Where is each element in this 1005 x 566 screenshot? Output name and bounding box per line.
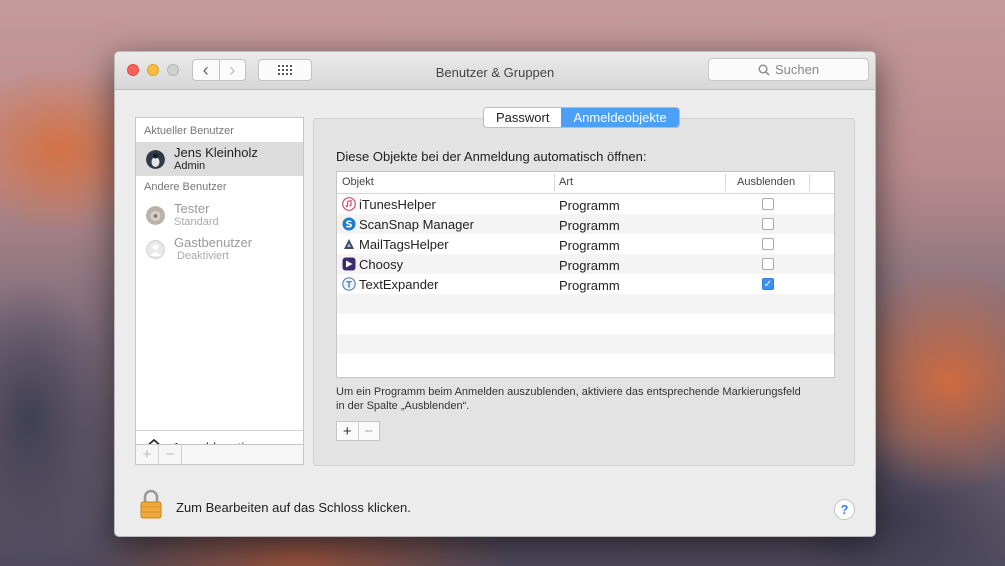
table-row[interactable]: T TextExpander Programm ✓ [337, 274, 834, 294]
choosy-icon [342, 257, 356, 271]
add-item-button[interactable]: + [337, 422, 358, 440]
guest-avatar-icon [146, 240, 165, 259]
other-users-header: Andere Benutzer [144, 181, 227, 193]
lock-icon[interactable] [139, 489, 163, 519]
search-icon [758, 64, 770, 76]
hide-checkbox[interactable] [762, 218, 774, 230]
sidebar-button-bar: + − [135, 444, 304, 465]
user-role: Standard [174, 216, 219, 228]
hide-checkbox[interactable] [762, 258, 774, 270]
column-header-ausblenden[interactable]: Ausblenden [737, 176, 795, 188]
hide-checkbox[interactable] [762, 198, 774, 210]
user-item-tester[interactable]: Tester Standard [136, 198, 303, 232]
item-name: MailTagsHelper [359, 237, 449, 252]
user-item-guest[interactable]: Gastbenutzer Deaktiviert [136, 232, 303, 266]
tab-passwort[interactable]: Passwort [484, 108, 561, 127]
item-name: Choosy [359, 257, 404, 272]
user-name: Tester [174, 201, 210, 216]
hide-checkbox-checked[interactable]: ✓ [762, 278, 774, 290]
user-role: Admin [174, 160, 206, 172]
item-type: Programm [559, 198, 620, 213]
checkmark-icon: ✓ [763, 279, 773, 290]
hide-hint-text: Um ein Programm beim Anmelden auszublend… [336, 386, 801, 412]
remove-user-button[interactable]: − [159, 445, 182, 464]
login-items-heading: Diese Objekte bei der Anmeldung automati… [336, 149, 647, 164]
hide-checkbox[interactable] [762, 238, 774, 250]
avatar [146, 206, 165, 225]
empty-row [337, 314, 834, 334]
item-type: Programm [559, 238, 620, 253]
login-items-table: Objekt Art Ausblenden iTunesHelper Progr… [336, 171, 835, 378]
lock-message: Zum Bearbeiten auf das Schloss klicken. [176, 500, 411, 515]
help-button[interactable]: ? [834, 499, 855, 520]
item-type: Programm [559, 218, 620, 233]
table-row[interactable]: Choosy Programm [337, 254, 834, 274]
search-field[interactable]: Suchen [708, 58, 869, 81]
item-type: Programm [559, 278, 620, 293]
tab-bar: Passwort Anmeldeobjekte [483, 107, 680, 128]
remove-item-button[interactable]: − [357, 422, 380, 440]
table-row[interactable]: MailTagsHelper Programm [337, 234, 834, 254]
user-item-jens[interactable]: Jens Kleinholz Admin [136, 142, 303, 176]
user-role: Deaktiviert [177, 250, 229, 262]
current-user-header: Aktueller Benutzer [144, 125, 234, 137]
user-name: Jens Kleinholz [174, 145, 258, 160]
user-name: Gastbenutzer [174, 235, 253, 250]
preferences-window: ‹ › Benutzer & Gruppen Suchen Aktueller … [114, 51, 876, 537]
item-name: TextExpander [359, 277, 439, 292]
column-divider [554, 174, 555, 191]
table-row[interactable]: iTunesHelper Programm [337, 194, 834, 214]
table-header: Objekt Art Ausblenden [337, 172, 834, 194]
add-user-button[interactable]: + [136, 445, 159, 464]
empty-row [337, 354, 834, 374]
avatar [146, 150, 165, 169]
svg-text:T: T [346, 280, 352, 290]
table-row[interactable]: S ScanSnap Manager Programm [337, 214, 834, 234]
column-header-art[interactable]: Art [559, 176, 573, 188]
column-divider [809, 174, 810, 191]
users-sidebar: Aktueller Benutzer Jens Kleinholz Admin … [135, 117, 304, 465]
title-bar: ‹ › Benutzer & Gruppen Suchen [115, 52, 875, 90]
svg-text:S: S [345, 220, 352, 231]
scansnap-icon: S [342, 217, 356, 231]
textexpander-icon: T [342, 277, 356, 291]
search-placeholder: Suchen [774, 62, 820, 77]
items-button-bar: + − [336, 421, 380, 441]
itunes-icon [342, 197, 356, 211]
empty-row [337, 294, 834, 314]
tab-anmeldeobjekte[interactable]: Anmeldeobjekte [561, 108, 679, 127]
item-name: iTunesHelper [359, 197, 436, 212]
empty-row [337, 334, 834, 354]
column-header-objekt[interactable]: Objekt [342, 176, 374, 188]
item-type: Programm [559, 258, 620, 273]
mailtags-icon [344, 239, 354, 249]
item-name: ScanSnap Manager [359, 217, 474, 232]
column-divider [725, 174, 726, 191]
